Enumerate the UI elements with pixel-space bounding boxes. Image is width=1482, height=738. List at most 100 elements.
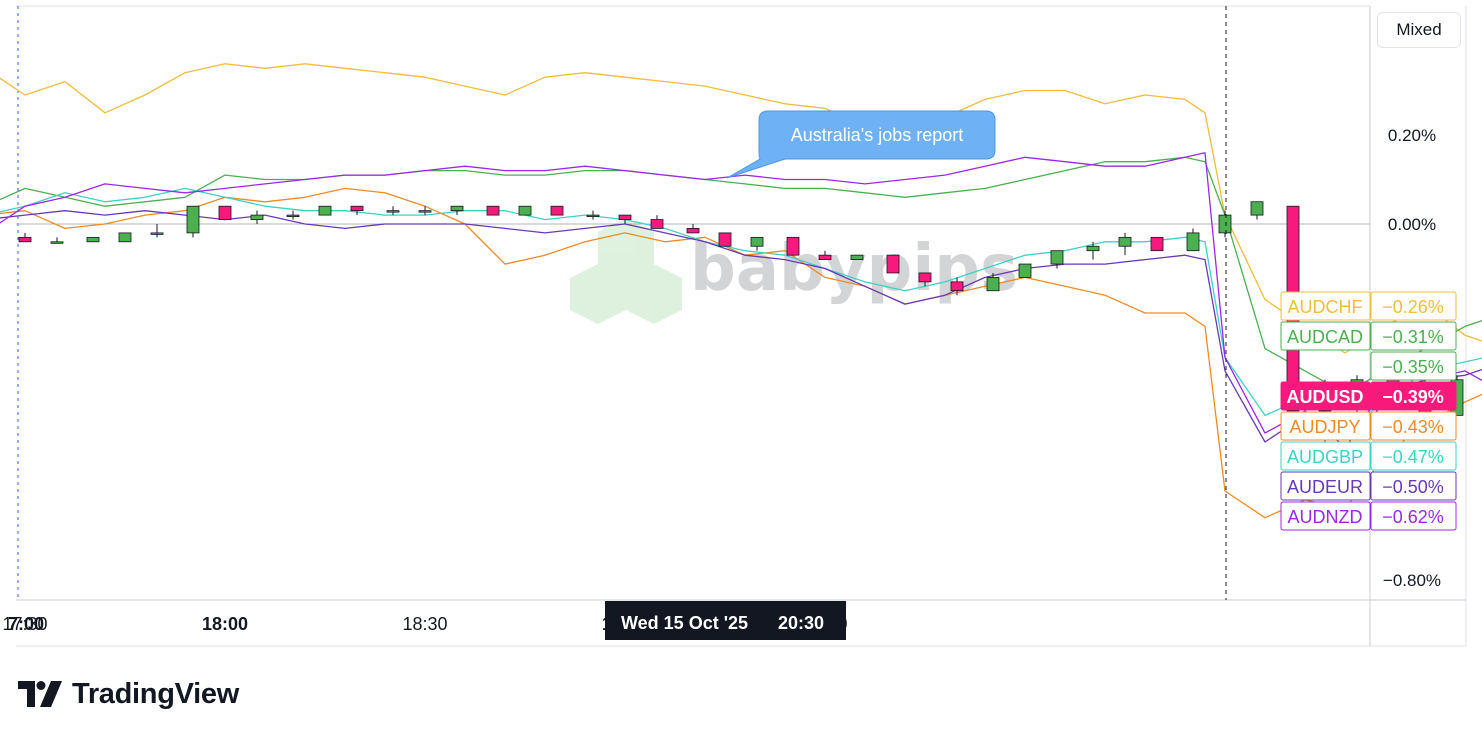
candle-body bbox=[418, 210, 432, 213]
candle[interactable] bbox=[386, 206, 400, 216]
candle[interactable] bbox=[318, 205, 332, 216]
candle[interactable] bbox=[18, 232, 32, 243]
candle-body bbox=[750, 236, 764, 247]
candle[interactable] bbox=[686, 224, 700, 234]
legend-name: AUDCAD bbox=[1287, 327, 1363, 347]
candle-body bbox=[686, 228, 700, 234]
annotation-text: Australia's jobs report bbox=[791, 125, 964, 145]
candle[interactable] bbox=[1086, 241, 1100, 260]
series-line-audgbp[interactable] bbox=[0, 187, 1482, 446]
chart-panel[interactable]: babypips Australia's jobs report 0.20% 0.00… bbox=[0, 0, 1482, 660]
legend-value: −0.26% bbox=[1382, 297, 1444, 317]
x-tick-label: 18:30 bbox=[402, 614, 447, 634]
candle-body bbox=[1250, 201, 1264, 216]
candle-body bbox=[218, 205, 232, 220]
candle[interactable] bbox=[486, 205, 500, 216]
crosshair-time-label: Wed 15 Oct '25 20:30 bbox=[605, 601, 846, 640]
legend-name: AUDNZD bbox=[1288, 507, 1363, 527]
legend-item-audcad[interactable]: AUDCAD −0.31% bbox=[1280, 321, 1457, 351]
candle[interactable] bbox=[1250, 201, 1264, 220]
crosshair-time: 20:30 bbox=[778, 613, 824, 633]
candle-body bbox=[286, 214, 300, 218]
candle-body bbox=[50, 241, 64, 244]
candle-body bbox=[550, 205, 564, 216]
candle[interactable] bbox=[650, 215, 664, 229]
y-tick-label: 0.20% bbox=[1388, 126, 1436, 145]
candle-body bbox=[886, 254, 900, 274]
candle-body bbox=[118, 232, 132, 243]
legend-value: −0.43% bbox=[1382, 417, 1444, 437]
candle[interactable] bbox=[786, 236, 800, 256]
legend-item-audnzd[interactable]: AUDNZD −0.62% bbox=[1280, 501, 1457, 531]
candle[interactable] bbox=[450, 205, 464, 216]
candle[interactable] bbox=[1150, 236, 1164, 252]
candle-body bbox=[786, 236, 800, 256]
legend-item-audusd-close[interactable]: −0.35% bbox=[1370, 351, 1457, 381]
candle[interactable] bbox=[1118, 232, 1132, 256]
candle-body bbox=[150, 232, 164, 235]
legend-name: AUDCHF bbox=[1288, 297, 1363, 317]
candle-body bbox=[818, 254, 832, 260]
babypips-watermark: babypips bbox=[570, 218, 1018, 324]
candle-body bbox=[1118, 236, 1132, 247]
crosshair-date: Wed 15 Oct '25 bbox=[621, 613, 748, 633]
y-tick-label: −0.80% bbox=[1383, 571, 1441, 590]
candle[interactable] bbox=[150, 224, 164, 238]
candle-body bbox=[918, 272, 932, 283]
candle-body bbox=[586, 214, 600, 218]
candle[interactable] bbox=[118, 232, 132, 243]
x-tick-label: 17:30 bbox=[2, 614, 47, 634]
candle[interactable] bbox=[250, 210, 264, 224]
annotation-callout[interactable]: Australia's jobs report bbox=[726, 110, 996, 179]
candle-body bbox=[486, 205, 500, 216]
candle[interactable] bbox=[86, 236, 100, 243]
candle[interactable] bbox=[1218, 210, 1232, 238]
legend-item-audgbp[interactable]: AUDGBP −0.47% bbox=[1280, 441, 1457, 471]
candle[interactable] bbox=[718, 232, 732, 247]
candle-body bbox=[86, 236, 100, 243]
candle-body bbox=[18, 236, 32, 243]
x-tick-label: 18:00 bbox=[202, 614, 248, 634]
candle-body bbox=[1218, 214, 1232, 234]
candle[interactable] bbox=[518, 205, 532, 216]
candle-body bbox=[650, 219, 664, 229]
legend-item-audusd[interactable]: AUDUSD −0.39% bbox=[1280, 381, 1457, 411]
tradingview-logo[interactable]: TradingView bbox=[18, 676, 239, 712]
candle-body bbox=[1150, 236, 1164, 252]
candle[interactable] bbox=[218, 205, 232, 220]
candle[interactable] bbox=[350, 205, 364, 216]
candle[interactable] bbox=[50, 237, 64, 244]
candle-body bbox=[1086, 245, 1100, 252]
legend-name: AUDUSD bbox=[1286, 387, 1363, 407]
legend-value: −0.50% bbox=[1382, 477, 1444, 497]
candle[interactable] bbox=[286, 210, 300, 220]
candle-body bbox=[618, 214, 632, 220]
watermark-text: babypips bbox=[690, 232, 1018, 306]
legend-name: AUDJPY bbox=[1289, 417, 1360, 437]
candle[interactable] bbox=[550, 205, 564, 216]
scale-mode-button[interactable]: Mixed bbox=[1377, 12, 1461, 48]
legend-value: −0.35% bbox=[1382, 357, 1444, 377]
candle[interactable] bbox=[886, 254, 900, 274]
legend-value: −0.62% bbox=[1382, 507, 1444, 527]
candle-body bbox=[350, 205, 364, 212]
candle-body bbox=[850, 254, 864, 260]
candle[interactable] bbox=[1186, 228, 1200, 252]
candle-body bbox=[518, 205, 532, 216]
candle[interactable] bbox=[186, 205, 200, 238]
legend-item-audchf[interactable]: AUDCHF −0.26% bbox=[1280, 291, 1457, 321]
candle[interactable] bbox=[850, 254, 864, 260]
legend-value: −0.39% bbox=[1382, 387, 1444, 407]
candle[interactable] bbox=[1018, 263, 1032, 278]
legend-item-audeur[interactable]: AUDEUR −0.50% bbox=[1280, 471, 1457, 501]
legend-item-audjpy[interactable]: AUDJPY −0.43% bbox=[1280, 411, 1457, 441]
candle[interactable] bbox=[586, 210, 600, 220]
chart-canvas[interactable]: babypips Australia's jobs report 0.20% 0.00… bbox=[0, 0, 1482, 660]
candle-body bbox=[386, 210, 400, 213]
legend-name: AUDGBP bbox=[1287, 447, 1363, 467]
legend-value: −0.47% bbox=[1382, 447, 1444, 467]
candle-body bbox=[1186, 232, 1200, 252]
candle-body bbox=[718, 232, 732, 247]
candle-body bbox=[950, 281, 964, 292]
candle-body bbox=[986, 276, 1000, 292]
